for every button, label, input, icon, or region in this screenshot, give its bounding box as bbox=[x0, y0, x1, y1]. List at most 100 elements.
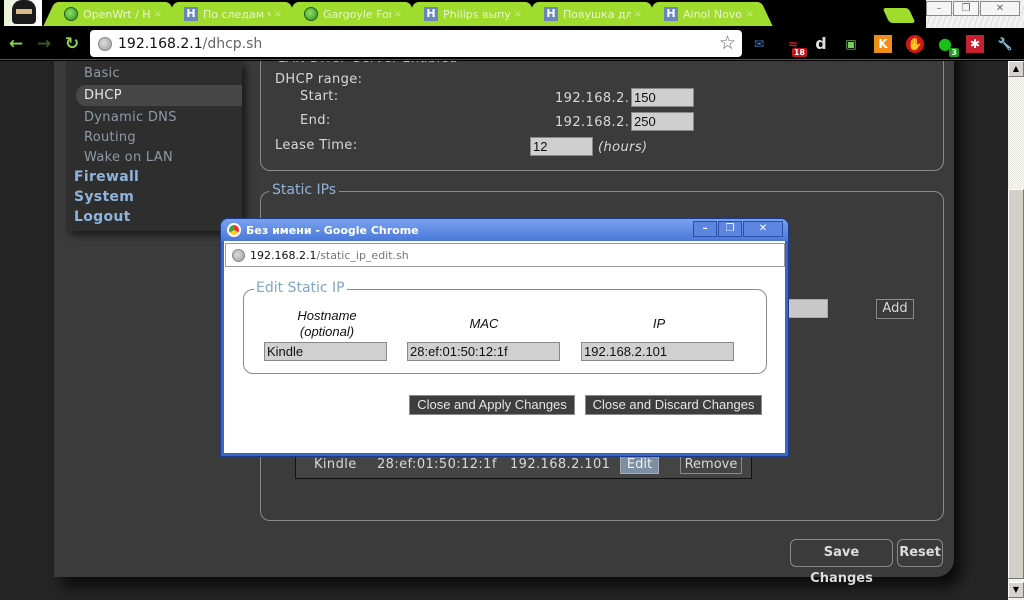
wrench-menu-icon[interactable]: 🔧 bbox=[996, 35, 1014, 53]
close-and-discard-button[interactable]: Close and Discard Changes bbox=[585, 395, 762, 415]
avatar-eyes bbox=[16, 9, 32, 14]
close-and-apply-button[interactable]: Close and Apply Changes bbox=[409, 395, 575, 415]
popup-url-bar: 192.168.2.1 /static_ip_edit.sh bbox=[225, 243, 785, 267]
profile-avatar[interactable] bbox=[4, 0, 42, 26]
k-extension-icon[interactable]: K bbox=[874, 35, 892, 53]
bookmark-star-icon[interactable]: ☆ bbox=[719, 32, 736, 54]
globe-icon bbox=[64, 7, 78, 21]
rss-extension-icon[interactable]: ≈18 bbox=[784, 35, 807, 57]
sidebar-nav: Basic DHCP Dynamic DNS Routing Wake on L… bbox=[66, 61, 242, 231]
sidebar-item-wake-on-lan[interactable]: Wake on LAN bbox=[84, 150, 173, 165]
tab-close-icon[interactable]: × bbox=[394, 9, 402, 20]
lease-time-label: Lease Time: bbox=[275, 138, 358, 153]
reload-button[interactable]: ↻ bbox=[62, 34, 82, 54]
sidebar-item-dynamic-dns[interactable]: Dynamic DNS bbox=[84, 110, 177, 125]
habr-icon: H bbox=[544, 7, 558, 21]
tab-label: OpenWrt / Har bbox=[83, 7, 151, 21]
green-extension-icon[interactable]: ● 3 bbox=[936, 35, 959, 57]
tab-close-icon[interactable]: × bbox=[154, 9, 162, 20]
screen-extension-icon[interactable]: ▣ bbox=[842, 35, 860, 53]
mail-extension-icon[interactable]: ✉ bbox=[750, 35, 768, 53]
start-prefix: 192.168.2. bbox=[555, 91, 630, 106]
habr-icon: H bbox=[184, 7, 198, 21]
url-path: /dhcp.sh bbox=[202, 35, 263, 52]
habr-icon: H bbox=[664, 7, 678, 21]
delicious-extension-icon[interactable]: d bbox=[812, 35, 830, 53]
lastpass-extension-icon[interactable]: ✱ bbox=[966, 35, 984, 53]
tab-label: По следам че bbox=[203, 7, 271, 21]
browser-toolbar: ← → ↻ 192.168.2.1 /dhcp.sh ☆ ✉ ≈18 d ▣ K… bbox=[0, 28, 1024, 60]
minimize-button[interactable]: – bbox=[926, 1, 952, 16]
edit-static-ip-legend: Edit Static IP bbox=[254, 280, 347, 296]
ext-glyph: ✋ bbox=[907, 37, 923, 51]
mac-input[interactable]: 28:ef:01:50:12:1f bbox=[407, 342, 560, 361]
ext-glyph: ✱ bbox=[969, 37, 981, 51]
save-changes-button[interactable]: Save Changes bbox=[790, 539, 893, 586]
tab-close-icon[interactable]: × bbox=[634, 9, 642, 20]
mac-column-header: MAC bbox=[469, 316, 499, 331]
ext-glyph: 🔧 bbox=[997, 37, 1013, 51]
ext-glyph: d bbox=[815, 34, 827, 53]
sidebar-item-basic[interactable]: Basic bbox=[84, 66, 120, 81]
green-badge: 3 bbox=[949, 48, 959, 57]
ext-glyph: K bbox=[878, 37, 888, 51]
popup-maximize-button[interactable]: ❐ bbox=[718, 221, 742, 237]
back-button[interactable]: ← bbox=[6, 34, 26, 54]
page-globe-icon bbox=[98, 36, 112, 51]
tab-close-icon[interactable]: × bbox=[274, 9, 282, 20]
dhcp-start-input[interactable]: 150 bbox=[631, 88, 694, 107]
hostname-column-header: Hostname bbox=[297, 308, 357, 323]
globe-icon bbox=[304, 7, 318, 21]
sidebar-item-system[interactable]: System bbox=[74, 189, 134, 205]
window-controls: – ❐ ✕ bbox=[926, 0, 1024, 28]
tab-label: Gargoyle Foru bbox=[323, 7, 391, 21]
tab-openwrt[interactable]: OpenWrt / Har × bbox=[56, 2, 168, 26]
dhcp-enabled-label: LAN DHCP Server Enabled bbox=[278, 61, 458, 66]
tab-habr-1[interactable]: H По следам че × bbox=[176, 2, 288, 26]
vertical-scrollbar[interactable]: ▲ ▼ bbox=[1008, 61, 1024, 600]
new-tab-button[interactable] bbox=[882, 8, 916, 23]
add-static-ip-button[interactable]: Add bbox=[876, 299, 914, 319]
maximize-button[interactable]: ❐ bbox=[953, 1, 979, 16]
reset-button[interactable]: Reset bbox=[897, 539, 943, 567]
tab-label: Повушка для bbox=[563, 7, 631, 21]
ext-glyph: ▣ bbox=[845, 37, 857, 51]
ip-input[interactable]: 192.168.2.101 bbox=[581, 342, 734, 361]
sidebar-item-logout[interactable]: Logout bbox=[74, 209, 131, 225]
habr-icon: H bbox=[424, 7, 438, 21]
scroll-down-arrow-icon[interactable]: ▼ bbox=[1008, 582, 1024, 598]
row-hostname: Kindle bbox=[314, 457, 357, 472]
popup-globe-icon bbox=[232, 248, 245, 262]
tab-gargoyle[interactable]: Gargoyle Foru × bbox=[296, 2, 408, 26]
popup-titlebar[interactable]: Без имени - Google Chrome – ❐ ✕ bbox=[221, 219, 788, 241]
dhcp-end-input[interactable]: 250 bbox=[631, 112, 694, 131]
hostname-optional-note: (optional) bbox=[299, 324, 355, 339]
chrome-logo-icon bbox=[227, 223, 241, 237]
end-prefix: 192.168.2. bbox=[555, 115, 630, 130]
sidebar-item-firewall[interactable]: Firewall bbox=[74, 169, 139, 185]
scrollbar-thumb[interactable] bbox=[1008, 189, 1024, 579]
tab-close-icon[interactable]: × bbox=[746, 9, 754, 20]
lease-unit: (hours) bbox=[598, 140, 648, 155]
forward-button[interactable]: → bbox=[34, 34, 54, 54]
tab-habr-3[interactable]: H Повушка для × bbox=[536, 2, 648, 26]
remove-row-button[interactable]: Remove bbox=[680, 456, 742, 474]
close-window-button[interactable]: ✕ bbox=[980, 1, 1020, 16]
ip-column-header: IP bbox=[652, 316, 666, 331]
popup-close-button[interactable]: ✕ bbox=[743, 221, 783, 237]
popup-url-path: /static_ip_edit.sh bbox=[316, 248, 409, 262]
hostname-input[interactable]: Kindle bbox=[264, 342, 387, 361]
lease-time-input[interactable]: 12 bbox=[530, 137, 593, 156]
adblock-extension-icon[interactable]: ✋ bbox=[906, 35, 924, 53]
sidebar-item-routing[interactable]: Routing bbox=[84, 130, 136, 145]
tab-habr-2[interactable]: H Philips выпуст × bbox=[416, 2, 528, 26]
popup-minimize-button[interactable]: – bbox=[693, 221, 717, 237]
scroll-up-arrow-icon[interactable]: ▲ bbox=[1008, 61, 1024, 77]
row-ip: 192.168.2.101 bbox=[510, 457, 611, 472]
address-bar[interactable]: 192.168.2.1 /dhcp.sh ☆ bbox=[90, 30, 742, 57]
sidebar-item-dhcp[interactable]: DHCP bbox=[76, 85, 242, 106]
edit-row-button[interactable]: Edit bbox=[620, 456, 659, 474]
ext-glyph: ✉ bbox=[753, 37, 765, 51]
tab-close-icon[interactable]: × bbox=[514, 9, 522, 20]
tab-habr-4[interactable]: H Ainol Novo 7 P × bbox=[656, 2, 760, 26]
